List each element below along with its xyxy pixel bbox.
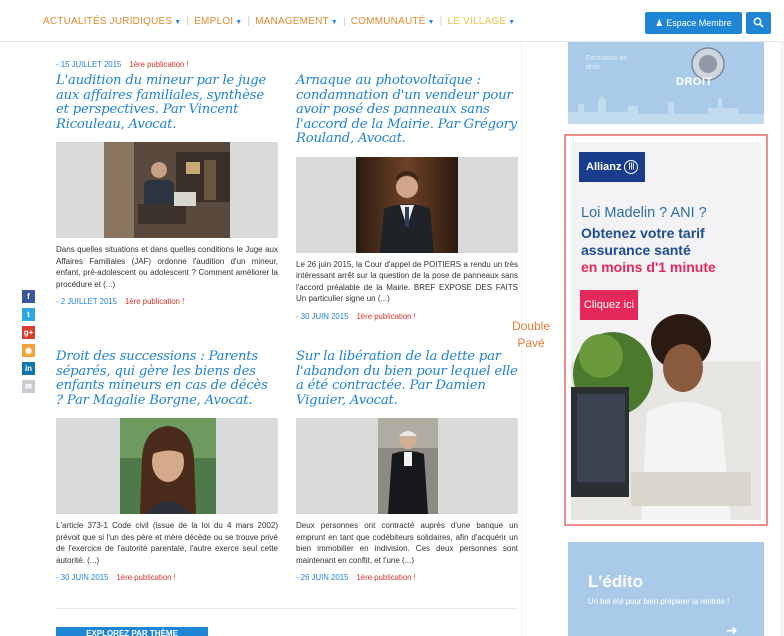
article-image[interactable]: [296, 418, 518, 515]
article-image[interactable]: [296, 156, 518, 253]
nav-item-emploi[interactable]: EMPLOI ▼: [194, 16, 242, 27]
article-excerpt: Deux personnes ont contracté auprès d'un…: [296, 521, 518, 565]
article-card: Arnaque au photovoltaïque : condamnation…: [296, 73, 518, 321]
first-publication-badge: 1ère publication !: [356, 573, 416, 583]
first-publication-badge: 1ère publication !: [356, 311, 416, 321]
article-card: Droit des successions : Parents séparés,…: [56, 349, 278, 582]
nav-item-actualites[interactable]: ACTUALITÉS JURIDIQUES ▼: [43, 16, 181, 27]
member-area-button[interactable]: ♟ Espace Membre: [645, 12, 742, 34]
article-date: - 30 JUIN 2015: [296, 311, 349, 321]
ad-background-photo: [571, 142, 761, 520]
ad-offer-line: Obtenez votre tarif: [581, 225, 705, 241]
training-promo[interactable]: Formation en droit DROIT: [568, 42, 764, 124]
article-meta: - 2 JUILLET 2015 1ère publication !: [56, 297, 278, 306]
article-image[interactable]: [56, 418, 278, 515]
article-meta: - 30 JUIN 2015 1ère publication !: [296, 312, 518, 321]
article-title[interactable]: Droit des successions : Parents séparés,…: [56, 349, 278, 408]
article-title[interactable]: L'audition du mineur par le juge aux aff…: [56, 73, 278, 132]
twitter-icon[interactable]: t: [22, 308, 35, 321]
article-meta: - 26 JUIN 2015 1ère publication !: [296, 573, 518, 582]
promo-line: Formation en: [586, 55, 628, 62]
article-photo: [356, 156, 458, 253]
first-publication-badge: 1ère publication !: [129, 60, 189, 69]
ad-headline: Loi Madelin ? ANI ?: [581, 205, 707, 221]
article-image[interactable]: [56, 142, 278, 239]
nav-label: ACTUALITÉS JURIDIQUES: [43, 16, 173, 27]
explore-by-theme-button[interactable]: EXPLOREZ PAR THÈME: [56, 627, 208, 636]
nav-item-le-village[interactable]: LE VILLAGE ▼: [448, 16, 516, 27]
article-date: - 15 JUILLET 2015: [56, 60, 122, 69]
allianz-ad[interactable]: Allianz ||| Loi Madelin ? ANI ? Obtenez v…: [571, 142, 761, 520]
article-card: L'audition du mineur par le juge aux aff…: [56, 73, 278, 306]
ad-frame: Allianz ||| Loi Madelin ? ANI ? Obtenez v…: [564, 134, 768, 526]
article-excerpt: Dans quelles situations et dans quelles …: [56, 245, 278, 289]
article-meta: - 15 JUILLET 2015 1ère publication !: [56, 60, 189, 69]
ad-highlight: en moins d'1 minute: [581, 259, 716, 275]
promo-text: Formation en droit: [586, 54, 627, 72]
article-card: Sur la libération de la dette par l'aban…: [296, 349, 518, 582]
nav-separator: |: [439, 16, 443, 27]
linkedin-icon[interactable]: in: [22, 362, 35, 375]
nav-item-communaute[interactable]: COMMUNAUTÉ ▼: [351, 16, 435, 27]
nav-label: EMPLOI: [194, 16, 234, 27]
nav-separator: |: [342, 16, 346, 27]
article-title[interactable]: Sur la libération de la dette par l'aban…: [296, 349, 518, 408]
caret-down-icon: ▼: [235, 19, 243, 26]
ad-format-label: Double Pavé: [500, 318, 562, 352]
rss-icon[interactable]: ◉: [22, 344, 35, 357]
ad-offer: Obtenez votre tarif assurance santé: [581, 225, 705, 259]
article-title[interactable]: Arnaque au photovoltaïque : condamnation…: [296, 73, 518, 147]
first-publication-badge: 1ère publication !: [116, 573, 176, 583]
ad-label-line: Double: [511, 319, 551, 333]
article-meta: - 30 JUIN 2015 1ère publication !: [56, 573, 278, 582]
search-button[interactable]: [746, 12, 771, 34]
top-navigation: ACTUALITÉS JURIDIQUES ▼ | EMPLOI ▼ | MANAGEMEN…: [0, 0, 784, 42]
section-divider: [56, 608, 518, 609]
ad-label-line: Pavé: [517, 336, 545, 350]
nav-separator: |: [186, 16, 190, 27]
article-excerpt: L'article 373-1 Code civil (issue de la …: [56, 521, 278, 565]
promo-line: droit: [586, 64, 600, 71]
caret-down-icon: ▼: [330, 19, 338, 26]
page-edge: [780, 42, 784, 636]
social-share-bar: f t g+ ◉ in ✉: [22, 290, 36, 398]
article-date: - 30 JUIN 2015: [56, 573, 109, 583]
nav-menu: ACTUALITÉS JURIDIQUES ▼ | EMPLOI ▼ | MANAGEMEN…: [43, 16, 515, 27]
member-button-label: Espace Membre: [666, 18, 732, 28]
nav-label: MANAGEMENT: [255, 16, 329, 27]
email-icon[interactable]: ✉: [22, 380, 35, 393]
allianz-logo: Allianz |||: [579, 152, 645, 182]
article-photo: [104, 142, 230, 239]
caret-down-icon: ▼: [427, 19, 435, 26]
article-date: - 26 JUIN 2015: [296, 573, 349, 583]
article-excerpt: Le 26 juin 2015, la Cour d'appel de POIT…: [296, 259, 518, 304]
ad-offer-line: assurance santé: [581, 242, 691, 258]
google-plus-icon[interactable]: g+: [22, 326, 35, 339]
article-photo: [120, 418, 216, 515]
ad-cta-button[interactable]: Cliquez ici: [580, 290, 638, 320]
brand-name: Allianz: [586, 161, 622, 173]
article-date: - 2 JUILLET 2015: [56, 297, 117, 307]
first-publication-badge: 1ère publication !: [124, 297, 185, 307]
nav-separator: |: [247, 16, 251, 27]
droit-logo-text: DROIT: [676, 76, 713, 88]
edito-subtitle: Un bel été pour bien préparer la rentrée…: [588, 597, 730, 606]
nav-item-management[interactable]: MANAGEMENT ▼: [255, 16, 338, 27]
search-icon: [753, 17, 764, 28]
article-list: - 15 JUILLET 2015 1ère publication ! L'au…: [38, 42, 522, 636]
edito-promo[interactable]: L'édito Un bel été pour bien préparer la…: [568, 542, 764, 636]
user-icon: ♟: [655, 18, 664, 28]
caret-down-icon: ▼: [174, 19, 182, 26]
allianz-logo-icon: |||: [624, 160, 639, 175]
nav-label: COMMUNAUTÉ: [350, 16, 426, 27]
arrow-right-icon[interactable]: ➜: [726, 622, 738, 636]
caret-down-icon: ▼: [508, 19, 516, 26]
city-skyline: [568, 96, 764, 124]
article-photo: [378, 418, 438, 515]
facebook-icon[interactable]: f: [22, 290, 35, 303]
nav-label: LE VILLAGE: [447, 16, 507, 27]
edito-title: L'édito: [588, 572, 644, 591]
